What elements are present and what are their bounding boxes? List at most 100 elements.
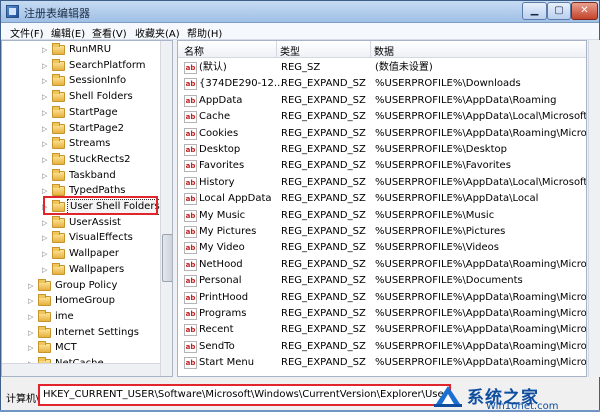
value-name: Cookies: [199, 127, 239, 139]
expand-arrow-icon[interactable]: ▷: [42, 136, 50, 152]
value-data: %USERPROFILE%\Videos: [375, 242, 499, 254]
menu-favorites[interactable]: 收藏夹(A): [135, 25, 180, 40]
tree-horizontal-scrollbar[interactable]: [2, 363, 160, 376]
folder-icon: [52, 105, 65, 118]
value-row[interactable]: ab Cache REG_EXPAND_SZ %USERPROFILE%\AppDat…: [178, 109, 587, 125]
value-data: %USERPROFILE%\AppData\Roaming\Microso: [375, 127, 587, 139]
expand-arrow-icon[interactable]: ▷: [42, 262, 50, 278]
tree-item-label: Taskband: [69, 169, 116, 181]
column-type[interactable]: 类型: [280, 43, 300, 58]
expand-arrow-icon[interactable]: ▷: [28, 340, 36, 356]
value-type: REG_EXPAND_SZ: [281, 308, 366, 319]
column-divider[interactable]: [370, 41, 371, 58]
tree-scroll-thumb[interactable]: [162, 234, 172, 282]
value-row[interactable]: ab {374DE290-12... REG_EXPAND_SZ %USERPROFI…: [178, 76, 586, 92]
folder-icon: [38, 278, 51, 291]
folder-icon: [52, 247, 65, 260]
string-value-icon: ab: [184, 62, 197, 74]
value-name: Recent: [199, 324, 234, 336]
string-value-icon: ab: [184, 94, 197, 107]
value-type: REG_EXPAND_SZ: [281, 340, 366, 352]
menu-help[interactable]: 帮助(H): [187, 25, 222, 40]
string-value-icon: ab: [184, 78, 197, 91]
value-type: REG_EXPAND_SZ: [281, 324, 366, 336]
expand-arrow-icon[interactable]: ▷: [42, 121, 50, 137]
key-path-text: HKEY_CURRENT_USER\Software\Microsoft\Win…: [43, 389, 451, 400]
value-row[interactable]: ab My Pictures REG_EXPAND_SZ %USERPROFILE%\…: [178, 224, 586, 240]
column-divider[interactable]: [276, 41, 277, 58]
expand-arrow-icon[interactable]: ▷: [28, 325, 36, 341]
value-row[interactable]: ab Favorites REG_EXPAND_SZ %USERPROFILE%\Fa…: [178, 158, 586, 174]
folder-icon: [38, 341, 51, 354]
tree-item-label: Internet Settings: [55, 326, 139, 338]
value-name: My Pictures: [199, 226, 257, 237]
expand-arrow-icon[interactable]: ▷: [42, 73, 50, 89]
value-row[interactable]: ab (默认) REG_SZ (数值未设置): [178, 60, 586, 76]
key-tree-pane[interactable]: ▷ RunMRU ▷ SearchPlatform ▷ SessionInfo ▷ Shell…: [1, 40, 173, 377]
tree-item-label: HomeGroup: [55, 295, 115, 307]
tree-item-label: StuckRects2: [69, 153, 131, 165]
value-row[interactable]: ab Desktop REG_EXPAND_SZ %USERPROFILE%\Desk…: [178, 142, 586, 158]
menu-view[interactable]: 查看(V): [92, 25, 127, 40]
expand-arrow-icon[interactable]: ▷: [42, 152, 50, 168]
value-row[interactable]: ab History REG_EXPAND_SZ %USERPROFILE%\AppD…: [178, 175, 586, 191]
value-row[interactable]: ab AppData REG_EXPAND_SZ %USERPROFILE%\AppD…: [178, 93, 586, 109]
value-row[interactable]: ab Programs REG_EXPAND_SZ %USERPROFILE%\App…: [178, 306, 586, 322]
menu-bar: 文件(F) 编辑(E) 查看(V) 收藏夹(A) 帮助(H): [1, 23, 599, 40]
expand-arrow-icon[interactable]: ▷: [42, 168, 50, 184]
tree-item-label: VisualEffects: [69, 232, 133, 244]
value-data: %USERPROFILE%\Pictures: [375, 226, 506, 237]
expand-arrow-icon[interactable]: ▷: [42, 89, 50, 105]
column-name[interactable]: 名称: [184, 43, 204, 58]
watermark-site: Win10net.com: [486, 401, 559, 412]
value-type: REG_EXPAND_SZ: [281, 258, 366, 270]
value-type: REG_EXPAND_SZ: [281, 127, 366, 139]
tree-item-label: SearchPlatform: [69, 59, 146, 71]
value-row[interactable]: ab Recent REG_EXPAND_SZ %USERPROFILE%\AppDa…: [178, 322, 586, 338]
title-bar[interactable]: 注册表编辑器 ▁ ▢ ✕: [1, 1, 599, 23]
value-row[interactable]: ab My Music REG_EXPAND_SZ %USERPROFILE%\Mus…: [178, 208, 586, 224]
value-data: %USERPROFILE%\Downloads: [375, 78, 521, 90]
minimize-button[interactable]: ▁: [522, 2, 547, 20]
expand-arrow-icon[interactable]: ▷: [28, 278, 36, 294]
value-row[interactable]: ab PrintHood REG_EXPAND_SZ %USERPROFILE%\Ap…: [178, 290, 586, 306]
menu-file[interactable]: 文件(F): [10, 25, 44, 40]
list-vertical-scrollbar[interactable]: [588, 40, 600, 377]
expand-arrow-icon[interactable]: ▷: [42, 58, 50, 74]
value-row[interactable]: ab Local AppData REG_EXPAND_SZ %USERPROFILE…: [178, 191, 586, 207]
folder-icon: [38, 294, 51, 307]
menu-edit[interactable]: 编辑(E): [51, 25, 85, 40]
string-value-icon: ab: [184, 144, 197, 156]
value-row[interactable]: ab SendTo REG_EXPAND_SZ %USERPROFILE%\AppDa…: [178, 339, 586, 355]
value-row[interactable]: ab Start Menu REG_EXPAND_SZ %USERPROFILE%\A…: [178, 355, 586, 371]
expand-arrow-icon[interactable]: ▷: [42, 246, 50, 262]
expand-arrow-icon[interactable]: ▷: [42, 230, 50, 246]
value-type: REG_EXPAND_SZ: [281, 275, 366, 287]
value-list-pane[interactable]: 名称 类型 数据 ab (默认) REG_SZ (数值未设置) ab {374DE290-…: [177, 40, 587, 377]
value-row[interactable]: ab Personal REG_EXPAND_SZ %USERPROFILE%\Doc…: [178, 273, 586, 289]
value-type: REG_EXPAND_SZ: [281, 176, 366, 188]
string-value-icon: ab: [184, 308, 197, 320]
value-type: REG_EXPAND_SZ: [281, 242, 366, 254]
string-value-icon: ab: [184, 258, 197, 271]
close-button[interactable]: ✕: [571, 2, 598, 20]
tree-vertical-scrollbar[interactable]: [160, 41, 172, 376]
expand-arrow-icon[interactable]: ▷: [42, 42, 50, 58]
maximize-button[interactable]: ▢: [547, 2, 571, 20]
expand-arrow-icon[interactable]: ▷: [42, 105, 50, 121]
value-name: Personal: [199, 275, 242, 287]
expand-arrow-icon[interactable]: ▷: [28, 309, 36, 325]
value-name: Favorites: [199, 160, 245, 172]
value-data: %USERPROFILE%\AppData\Local\Microsoft\..…: [375, 111, 587, 123]
expand-arrow-icon[interactable]: ▷: [42, 215, 50, 231]
watermark: 系统之家 Win10net.com: [434, 381, 600, 412]
expand-arrow-icon[interactable]: ▷: [28, 293, 36, 309]
string-value-icon: ab: [184, 275, 197, 288]
value-row[interactable]: ab NetHood REG_EXPAND_SZ %USERPROFILE%\AppD…: [178, 257, 586, 273]
column-header: 名称 类型 数据: [178, 41, 586, 58]
value-name: My Video: [199, 242, 245, 254]
column-data[interactable]: 数据: [374, 43, 394, 58]
value-row[interactable]: ab My Video REG_EXPAND_SZ %USERPROFILE%\Vid…: [178, 240, 586, 256]
value-type: REG_EXPAND_SZ: [281, 193, 366, 205]
value-row[interactable]: ab Cookies REG_EXPAND_SZ %USERPROFILE%\AppD…: [178, 126, 587, 142]
